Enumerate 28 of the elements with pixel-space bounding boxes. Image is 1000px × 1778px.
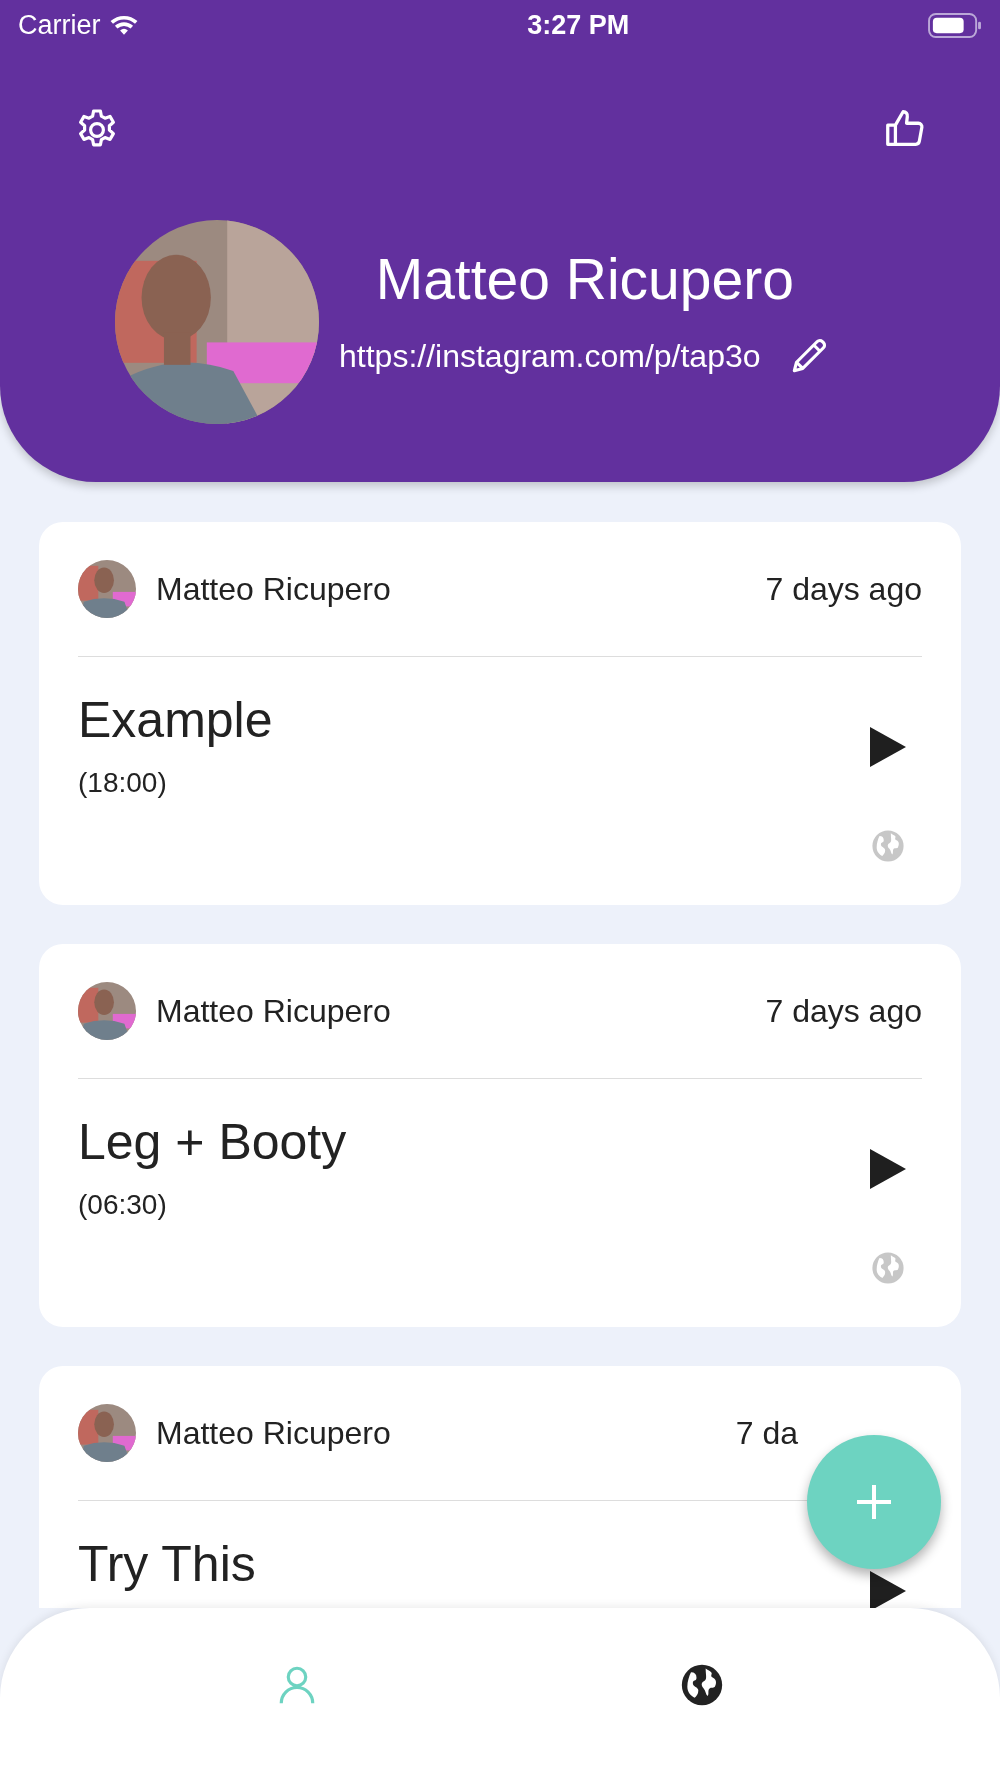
profile-link[interactable]: https://instagram.com/p/tap3o bbox=[339, 337, 761, 375]
globe-icon bbox=[871, 1251, 905, 1285]
wifi-icon bbox=[108, 14, 139, 36]
play-icon[interactable] bbox=[870, 1571, 906, 1608]
post-card[interactable]: Matteo Ricupero 7 da Try This bbox=[39, 1366, 961, 1608]
workout-title: Try This bbox=[78, 1535, 256, 1593]
post-time: 7 days ago bbox=[765, 992, 922, 1030]
workout-title: Example bbox=[78, 691, 273, 749]
post-card[interactable]: Matteo Ricupero 7 days ago Leg + Booty (06:30) bbox=[39, 944, 961, 1327]
play-icon[interactable] bbox=[870, 727, 906, 767]
author-name: Matteo Ricupero bbox=[156, 570, 392, 608]
globe-icon bbox=[871, 829, 905, 863]
workout-title: Leg + Booty bbox=[78, 1113, 347, 1171]
post-time: 7 da bbox=[735, 1414, 798, 1452]
globe-icon bbox=[680, 1663, 724, 1707]
workout-duration: (18:00) bbox=[78, 767, 168, 799]
carrier-label: Carrier bbox=[18, 9, 101, 41]
nav-tab[interactable] bbox=[680, 1663, 724, 1707]
play-icon[interactable] bbox=[870, 1149, 906, 1189]
author-name: Matteo Ricupero bbox=[156, 992, 392, 1030]
plus-icon bbox=[854, 1482, 894, 1522]
post-card[interactable]: Matteo Ricupero 7 days ago Example (18:00) bbox=[39, 522, 961, 905]
author-name: Matteo Ricupero bbox=[156, 1414, 392, 1452]
battery-icon bbox=[928, 12, 982, 38]
profile-name: Matteo Ricupero bbox=[375, 246, 794, 312]
post-time: 7 days ago bbox=[765, 570, 922, 608]
workout-duration: (06:30) bbox=[78, 1189, 168, 1221]
clock-time: 3:27 PM bbox=[527, 9, 630, 41]
